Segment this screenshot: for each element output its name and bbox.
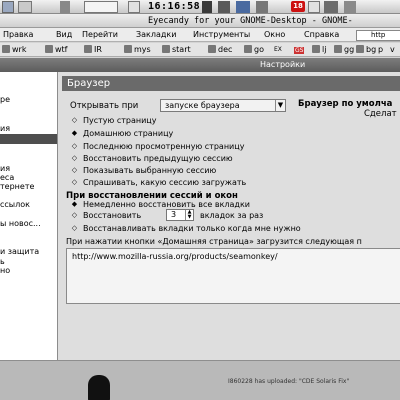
category-list[interactable]: ре ия ия еса тернете ссылок ы новос... и… — [0, 72, 58, 360]
menu-tools[interactable]: Инструменты — [193, 28, 250, 42]
bookmark-item[interactable]: start — [162, 43, 191, 57]
panel-header: Браузер — [62, 76, 400, 91]
menu-bar: Правка Вид Перейти Закладки Инструменты … — [0, 28, 400, 42]
bookmark-item[interactable]: GS — [294, 43, 305, 58]
start-option-restore[interactable]: Восстановить предыдущую сессию — [83, 154, 233, 163]
stepper-arrows-icon[interactable]: ▲ ▼ — [185, 210, 193, 220]
volume-icon[interactable] — [256, 1, 268, 13]
open-at-value: запуске браузера — [165, 101, 240, 110]
menu-view[interactable]: Вид — [56, 28, 72, 42]
make-default-button[interactable]: Сделат — [364, 109, 397, 119]
start-option-blank[interactable]: Пустую страницу — [83, 116, 156, 125]
top-panel: 16:16:58 18 — [0, 0, 400, 14]
start-option-ask[interactable]: Спрашивать, какую сессию загружать — [83, 178, 246, 187]
calendar-icon[interactable] — [128, 1, 140, 13]
bookmark-icon — [208, 45, 216, 53]
menu-go[interactable]: Перейти — [82, 28, 118, 42]
window-title: Eyecandy for your GNOME-Desktop - GNOME- — [148, 16, 353, 26]
weather-badge[interactable]: 18 — [291, 1, 305, 12]
open-at-select[interactable]: запуске браузера ▼ — [160, 99, 286, 112]
dialog-title: Настройки — [260, 60, 306, 69]
home-page-url: http://www.mozilla-russia.org/products/s… — [72, 252, 278, 261]
chevron-down-icon: ▼ — [275, 100, 285, 111]
bookmark-item[interactable]: dec — [208, 43, 232, 57]
bookmark-item[interactable]: bg — [356, 43, 376, 57]
category-item[interactable]: ия — [0, 124, 57, 134]
menu-window[interactable]: Окно — [264, 28, 285, 42]
bookmark-icon — [334, 45, 342, 53]
workspace-switcher[interactable] — [84, 1, 118, 13]
bookmark-icon — [45, 45, 53, 53]
category-item[interactable]: ссылок — [0, 200, 57, 210]
status-text: I860228 has uploaded: "CDE Solaris Fix" — [228, 378, 350, 385]
radio-button[interactable]: ◇ — [70, 211, 79, 220]
radio-button[interactable]: ◆ — [70, 129, 79, 138]
start-option-show-session[interactable]: Показывать выбранную сессию — [83, 166, 216, 175]
radio-button[interactable]: ◇ — [70, 116, 79, 125]
bookmark-item[interactable]: gg — [334, 43, 354, 57]
radio-button[interactable]: ◆ — [70, 200, 79, 209]
bookmark-item[interactable]: v — [390, 43, 395, 57]
default-browser-label: Браузер по умолча — [298, 99, 393, 109]
menu-bookmarks[interactable]: Закладки — [136, 28, 176, 42]
category-item[interactable]: ы новос... — [0, 219, 57, 229]
bookmark-item[interactable]: wtf — [45, 43, 68, 57]
bookmark-icon — [356, 45, 364, 53]
bookmark-item[interactable]: lj — [312, 43, 326, 57]
category-item-selected[interactable] — [0, 134, 57, 144]
app-icon[interactable] — [2, 1, 14, 13]
network-icon[interactable] — [202, 1, 212, 13]
bookmark-icon — [124, 45, 132, 53]
bookmark-icon — [84, 45, 92, 53]
bookmark-item[interactable]: IR — [84, 43, 102, 57]
menu-help[interactable]: Справка — [304, 28, 339, 42]
keyboard-icon[interactable] — [218, 1, 230, 13]
update-icon[interactable] — [308, 1, 320, 13]
battery-icon[interactable] — [324, 1, 338, 13]
open-at-label: Открывать при — [70, 101, 139, 111]
url-field[interactable]: http — [356, 30, 400, 41]
radio-button[interactable]: ◇ — [70, 178, 79, 187]
bookmark-icon — [244, 45, 252, 53]
radio-button[interactable]: ◇ — [70, 154, 79, 163]
bookmark-item[interactable]: EX — [274, 43, 282, 57]
restore-count-stepper[interactable]: 3 ▲ ▼ — [166, 209, 194, 221]
start-option-home[interactable]: Домашнюю страницу — [83, 129, 173, 138]
bookmark-item[interactable]: p — [378, 43, 383, 57]
dialog-titlebar[interactable]: Настройки — [0, 58, 400, 72]
window-titlebar[interactable]: Eyecandy for your GNOME-Desktop - GNOME- — [0, 14, 400, 28]
category-item[interactable]: тернете — [0, 182, 57, 192]
home-page-label: При нажатии кнопки «Домашняя страница» з… — [66, 237, 362, 246]
browser-preferences-panel: Браузер Открывать при запуске браузера ▼… — [58, 72, 400, 360]
category-item[interactable]: ре — [0, 95, 57, 105]
mixer-icon[interactable] — [236, 1, 250, 13]
restore-n-suffix: вкладок за раз — [200, 211, 264, 220]
restore-n-option[interactable]: Восстановить — [83, 211, 141, 220]
bookmark-icon — [312, 45, 320, 53]
user-icon[interactable] — [344, 1, 356, 13]
radio-button[interactable]: ◇ — [70, 166, 79, 175]
restore-lazy-option[interactable]: Восстанавливать вкладки только когда мне… — [83, 224, 301, 233]
window-list-button[interactable] — [60, 1, 70, 13]
bookmark-item[interactable]: wrk — [2, 43, 26, 57]
clock[interactable]: 16:16:58 — [148, 0, 200, 14]
radio-button[interactable]: ◇ — [70, 224, 79, 233]
launcher-icon[interactable] — [18, 1, 32, 13]
menu-edit[interactable]: Правка — [3, 28, 33, 42]
tux-icon — [88, 375, 110, 400]
bookmark-item[interactable]: go — [244, 43, 264, 57]
category-item[interactable]: и защита — [0, 247, 57, 257]
bookmark-icon — [162, 45, 170, 53]
bookmark-icon — [2, 45, 10, 53]
restore-count-value: 3 — [171, 210, 177, 219]
radio-button[interactable]: ◇ — [70, 142, 79, 151]
home-page-field[interactable]: http://www.mozilla-russia.org/products/s… — [66, 248, 400, 304]
start-option-last[interactable]: Последнюю просмотренную страницу — [83, 142, 244, 151]
restore-now-option[interactable]: Немедленно восстановить все вкладки — [83, 200, 250, 209]
bottom-panel: I860228 has uploaded: "CDE Solaris Fix" — [0, 360, 400, 400]
bookmarks-toolbar: wrk wtf IR mys start dec go EX GS lj gg … — [0, 43, 400, 57]
category-item[interactable]: но — [0, 266, 57, 276]
bookmark-item[interactable]: mys — [124, 43, 151, 57]
